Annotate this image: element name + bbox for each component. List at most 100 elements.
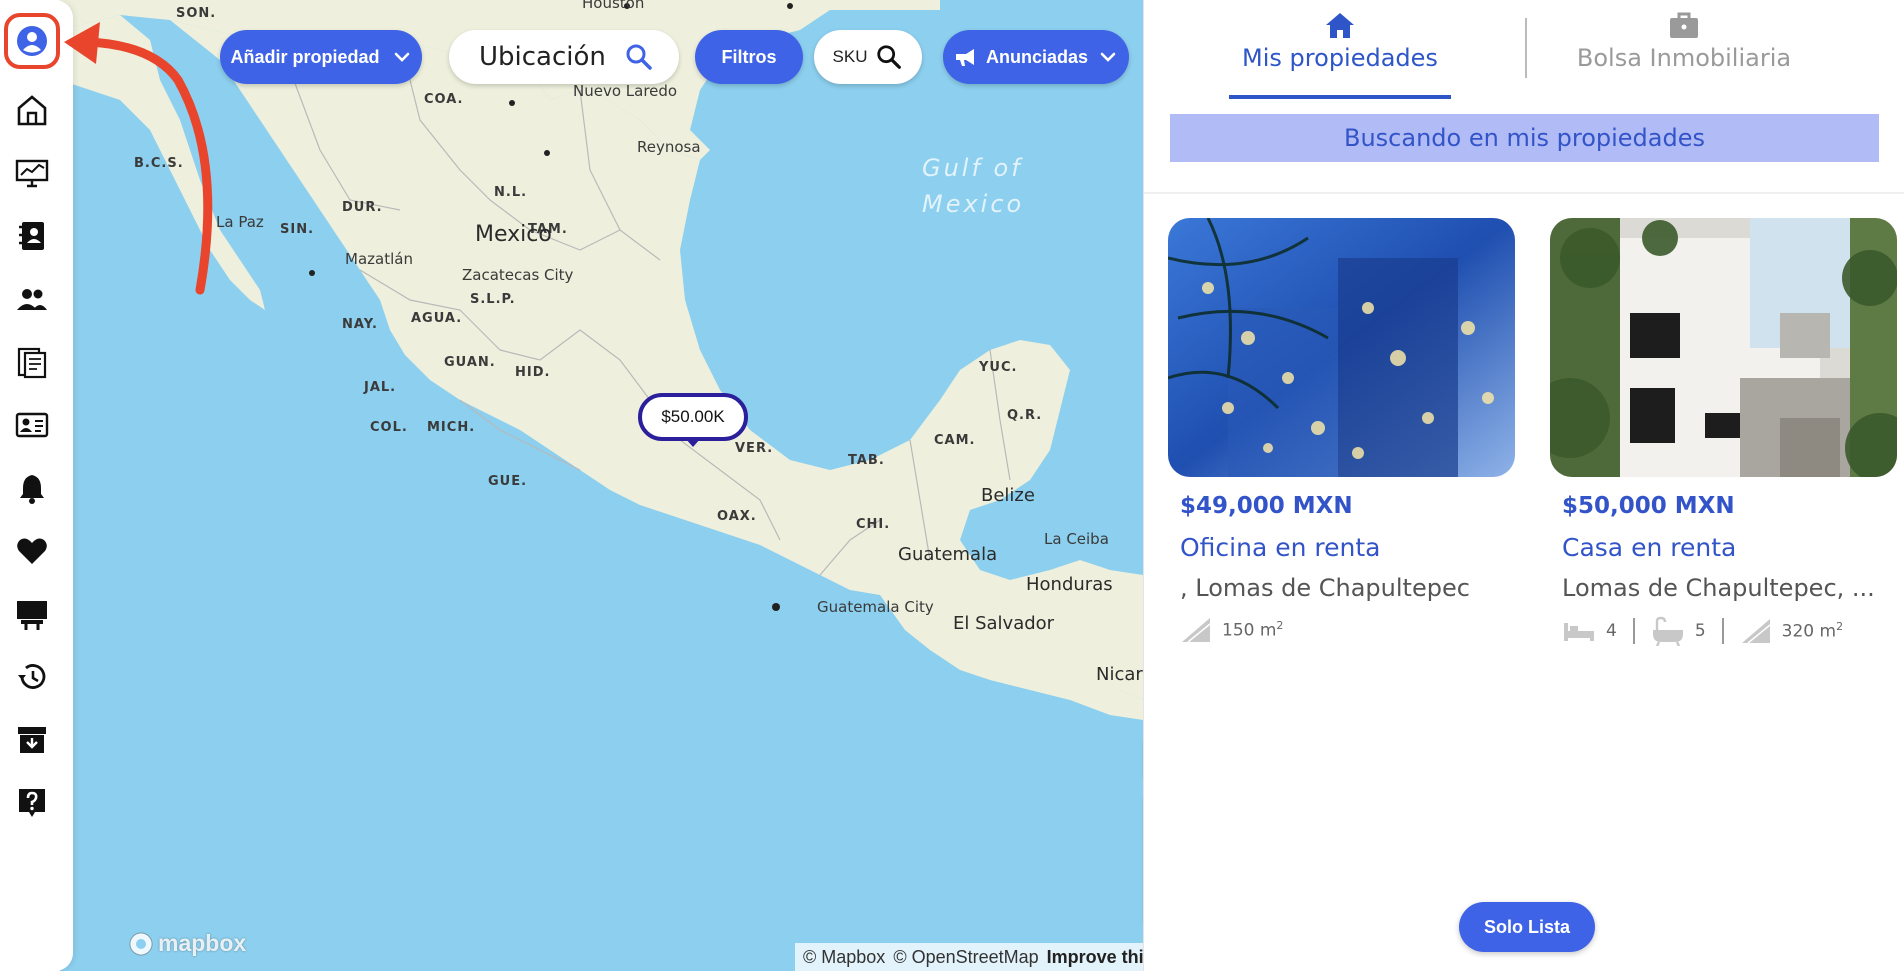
sidebar-item-id-card[interactable] [14,407,50,443]
sidebar-item-analytics[interactable] [14,155,50,191]
map-label-country: Nicar [1096,664,1143,685]
feature-bathrooms: 5 [1651,616,1706,646]
listed-filter-button[interactable]: Anunciadas [943,30,1129,84]
properties-panel: Mis propiedades Bolsa Inmobiliaria Busca… [1143,0,1904,971]
property-price: $50,000 MXN [1562,493,1735,519]
sidebar-item-help[interactable] [14,785,50,821]
price-marker[interactable]: $50.00K [638,393,748,441]
user-profile-icon [17,26,47,56]
mapbox-logo-icon [129,932,153,955]
bed-icon [1564,623,1594,641]
map-view[interactable]: SON. COA. B.C.S. DUR. N.L. SIN. TAM. S.L… [60,0,1143,971]
map-label-state: COA. [424,92,464,107]
map-label-state: B.C.S. [134,156,184,171]
map-label-state: GUAN. [444,355,496,370]
bathrooms-count: 5 [1694,621,1706,641]
area-value: 320 m [1781,621,1837,642]
app-root: SON. COA. B.C.S. DUR. N.L. SIN. TAM. S.L… [0,0,1904,971]
attribution-mapbox-link[interactable]: © Mapbox [803,947,885,968]
sidebar-item-archive[interactable] [14,722,50,758]
feature-divider [1721,618,1724,644]
add-property-button[interactable]: Añadir propiedad [220,30,422,84]
analytics-monitor-icon [15,159,49,188]
property-card[interactable]: $50,000 MXN Casa en renta Lomas de Chapu… [1550,218,1897,646]
sidebar-item-history[interactable] [14,659,50,695]
help-icon [19,789,45,817]
tab-my-properties[interactable]: Mis propiedades [1229,10,1451,72]
search-icon[interactable] [624,42,654,72]
tab-my-properties-label: Mis propiedades [1242,44,1438,72]
sidebar-item-contacts[interactable] [14,218,50,254]
feature-area: 320 m2 [1740,617,1843,645]
map-label-state: SIN. [280,222,315,237]
feature-area: 150 m2 [1180,616,1283,644]
sku-label: SKU [832,47,868,66]
property-card[interactable]: $49,000 MXN Oficina en renta , Lomas de … [1168,218,1515,644]
map-label-state: DUR. [342,200,383,215]
property-features: 4 5 320 m2 [1562,616,1897,646]
map-label-state: MICH. [427,420,476,435]
mapbox-logo[interactable]: mapbox [128,930,246,957]
location-search[interactable]: Ubicación [449,30,679,84]
chevron-down-icon [1100,52,1116,62]
users-icon [17,289,47,310]
sidebar-item-notifications[interactable] [14,470,50,506]
map-label-country: Honduras [1026,574,1113,595]
map-attribution: © Mapbox © OpenStreetMap Improve this ma… [795,943,1143,971]
contacts-book-icon [19,222,44,250]
map-label-sea: Gulf of Mexico [922,150,1024,222]
map-label-state: CAM. [934,433,976,448]
mapbox-logo-text: mapbox [158,930,247,956]
property-features: 150 m2 [1180,616,1515,644]
sidebar-item-billboard[interactable] [14,596,50,632]
property-photo[interactable] [1550,218,1897,477]
map-label-city: Nuevo Laredo [573,82,678,100]
map-label-city: La Ceiba [1044,530,1109,548]
map-label-state: JAL. [364,380,397,395]
location-search-label: Ubicación [479,42,606,72]
sku-search[interactable]: SKU [814,30,922,84]
history-icon [18,664,46,689]
home-icon [1326,13,1354,38]
area-unit-exponent: 2 [1276,619,1284,633]
map-label-sea-line1: Gulf of [922,154,1023,182]
improve-map-link[interactable]: Improve this map [1047,947,1143,968]
map-label-state: AGUA. [411,311,463,326]
map-label-city: Guatemala City [817,598,934,616]
property-address: Lomas de Chapultepec, ... [1562,574,1875,602]
house-photo [1550,218,1897,477]
map-label-city: Houston [582,0,645,12]
bedrooms-count: 4 [1606,621,1617,641]
sidebar-item-profile[interactable] [4,13,60,69]
map-label-sea-line2: Mexico [922,190,1025,218]
sidebar-item-documents[interactable] [14,344,50,380]
search-icon[interactable] [875,43,903,71]
map-label-state: NAY. [342,317,378,332]
sidebar-item-clients[interactable] [14,281,50,317]
sidebar-item-home[interactable] [14,92,50,128]
map-label-city: La Paz [216,213,264,231]
documents-icon [17,347,47,379]
map-label-country: El Salvador [953,613,1055,634]
filters-button[interactable]: Filtros [695,30,803,84]
property-title: Casa en renta [1562,533,1737,562]
map-label-state: Q.R. [1007,408,1043,423]
attribution-osm-link[interactable]: © OpenStreetMap [893,947,1038,968]
tab-real-estate-exchange[interactable]: Bolsa Inmobiliaria [1524,10,1844,72]
map-label-city: Mazatlán [345,250,413,268]
tab-real-estate-exchange-label: Bolsa Inmobiliaria [1576,44,1792,72]
id-card-icon [15,412,49,438]
feature-divider [1632,618,1635,644]
billboard-icon [17,601,47,630]
list-only-button[interactable]: Solo Lista [1459,902,1595,952]
map-label-state: S.L.P. [470,292,516,307]
search-scope-banner: Buscando en mis propiedades [1170,114,1879,162]
sidebar-item-favorites[interactable] [14,533,50,569]
map-label-state: CHI. [856,517,891,532]
property-photo[interactable] [1168,218,1515,477]
map-label-country: Belize [981,485,1035,506]
map-label-state: OAX. [717,509,757,524]
map-label-state: HID. [515,365,551,380]
divider [1144,192,1904,194]
map-label-state: TAB. [848,453,885,468]
